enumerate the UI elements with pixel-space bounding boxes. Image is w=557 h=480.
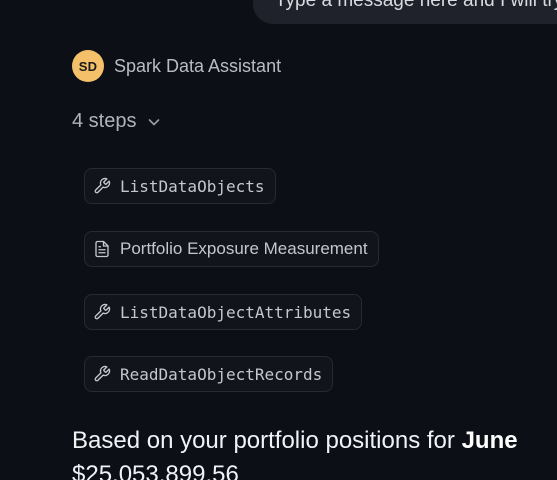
step-label: Portfolio Exposure Measurement <box>120 239 368 258</box>
answer-line-1: Based on your portfolio positions for Ju… <box>72 424 557 458</box>
step-portfolio-exposure-measurement[interactable]: Portfolio Exposure Measurement <box>84 231 379 267</box>
answer-line-2: $25,053,899.56 <box>72 461 239 480</box>
wrench-icon <box>93 365 111 383</box>
step-read-data-object-records[interactable]: ReadDataObjectRecords <box>84 356 334 392</box>
document-icon <box>93 240 111 258</box>
step-list-data-objects[interactable]: ListDataObjects <box>84 168 276 204</box>
assistant-answer: Based on your portfolio positions for Ju… <box>72 424 557 480</box>
user-message-text: Type a message here and I will try my be… <box>275 0 557 11</box>
steps-label: 4 steps <box>72 110 137 132</box>
assistant-name: Spark Data Assistant <box>114 55 282 76</box>
answer-line-1-prefix: Based on your portfolio positions for <box>72 427 462 454</box>
answer-line-1-bold: June <box>461 427 518 454</box>
steps-toggle[interactable]: 4 steps <box>72 110 162 133</box>
step-label: ListDataObjects <box>120 176 265 196</box>
chat-page: Type a message here and I will try my be… <box>0 0 557 480</box>
step-label: ListDataObjectAttributes <box>120 302 352 322</box>
step-list-data-object-attributes[interactable]: ListDataObjectAttributes <box>84 294 363 330</box>
wrench-icon <box>93 177 111 195</box>
avatar: SD <box>72 50 104 82</box>
step-label: ReadDataObjectRecords <box>120 364 323 384</box>
user-message-bubble: Type a message here and I will try my be… <box>253 0 557 24</box>
assistant-header: SD Spark Data Assistant <box>72 50 281 82</box>
wrench-icon <box>93 303 111 321</box>
chevron-down-icon <box>146 114 162 130</box>
